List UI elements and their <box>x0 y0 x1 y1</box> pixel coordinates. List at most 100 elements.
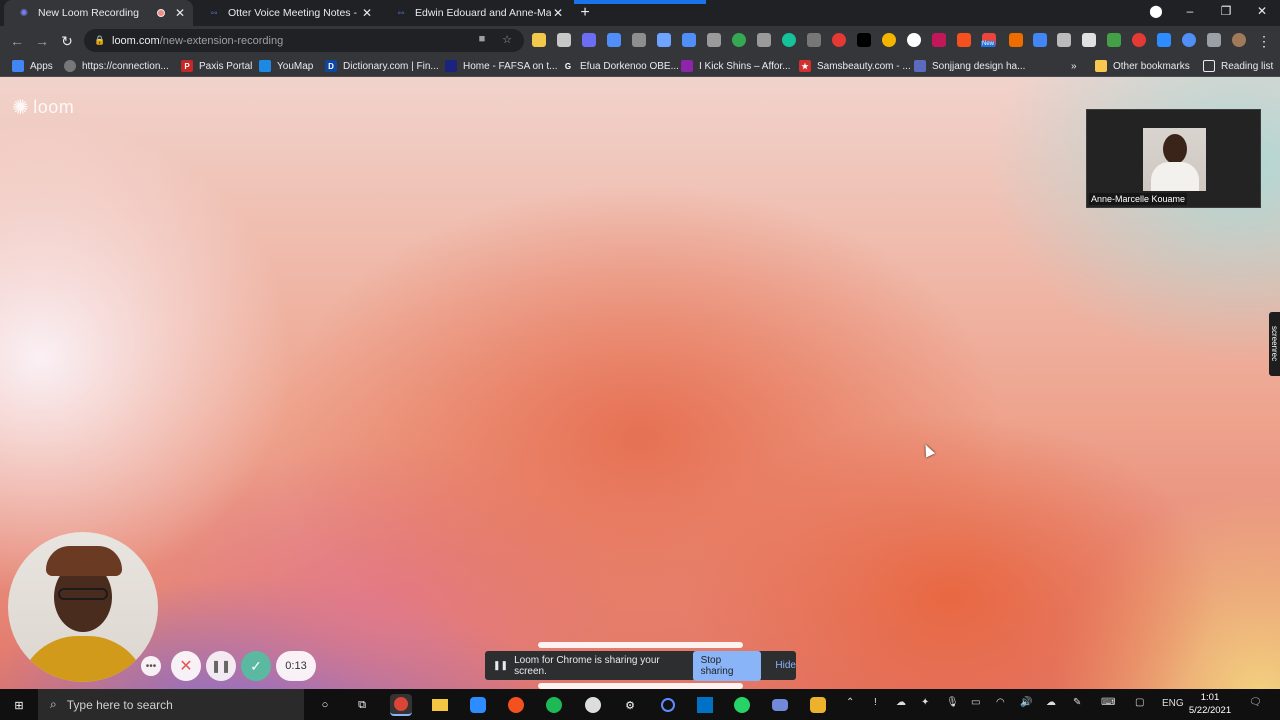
hide-button[interactable]: Hide <box>775 660 796 671</box>
extension-icon[interactable] <box>832 33 846 47</box>
pen-icon[interactable]: ✎ <box>1073 697 1081 708</box>
close-icon[interactable]: ✕ <box>173 6 187 20</box>
settings-gear-icon[interactable]: ⚙ <box>619 694 641 716</box>
tab-new-loom-recording[interactable]: ✺ New Loom Recording ✕ <box>4 0 193 26</box>
bookmark-kick-shins[interactable]: I Kick Shins – Affor... <box>681 58 791 74</box>
notifications-icon[interactable]: 🗨 <box>1249 697 1262 708</box>
tray-icon[interactable]: ! <box>874 697 877 708</box>
file-explorer-icon[interactable] <box>429 694 451 716</box>
pause-recording-button[interactable]: ❚❚ <box>206 651 236 681</box>
outlook-icon[interactable] <box>694 694 716 716</box>
close-icon[interactable]: ✕ <box>360 6 374 20</box>
drag-handle-icon[interactable]: ❚❚ <box>493 660 508 671</box>
extension-icon[interactable] <box>957 33 971 47</box>
reload-button[interactable]: ↻ <box>58 32 76 50</box>
menu-icon[interactable]: ⋮ <box>1255 32 1273 50</box>
system-clock[interactable]: 1:01 5/22/2021 <box>1186 691 1234 717</box>
camera-bubble[interactable] <box>8 532 158 682</box>
new-tab-button[interactable]: + <box>577 4 593 22</box>
task-view-icon[interactable]: ⧉ <box>351 694 373 716</box>
cortana-icon[interactable]: ○ <box>314 694 336 716</box>
bookmarks-overflow-button[interactable]: » <box>1071 58 1077 74</box>
windows-start-icon[interactable]: ⊞ <box>8 694 30 716</box>
tablet-icon[interactable]: ▢ <box>1135 697 1144 708</box>
bookmark-apps[interactable]: Apps <box>12 58 53 74</box>
zoom-taskbar-icon[interactable] <box>467 694 489 716</box>
taskbar-search[interactable]: ⌕ Type here to search <box>38 689 304 720</box>
extension-icon[interactable]: New <box>981 33 996 47</box>
loom-extension-icon[interactable] <box>582 33 596 47</box>
whatsapp-icon[interactable] <box>731 694 753 716</box>
extension-icon[interactable] <box>1033 33 1047 47</box>
star-icon[interactable]: ☆ <box>500 33 514 47</box>
extension-icon[interactable] <box>1132 33 1146 47</box>
play-extension-icon[interactable] <box>857 33 871 47</box>
bookmark-youmap[interactable]: YouMap <box>259 58 313 74</box>
cancel-recording-button[interactable]: ✕ <box>171 651 201 681</box>
minimize-button[interactable]: – <box>1180 4 1200 22</box>
grammarly-icon[interactable] <box>782 33 796 47</box>
bookmark-sonjjang[interactable]: Sonjjang design ha... <box>914 58 1025 74</box>
more-options-button[interactable]: ••• <box>141 656 161 676</box>
finish-recording-button[interactable]: ✓ <box>241 651 271 681</box>
language-indicator[interactable]: ENG <box>1162 698 1184 709</box>
chevron-up-icon[interactable]: ⌃ <box>846 697 854 708</box>
bookmark-other-bookmarks[interactable]: Other bookmarks <box>1095 58 1190 74</box>
clock-app-icon[interactable] <box>582 694 604 716</box>
extension-icon[interactable] <box>757 33 771 47</box>
record-app-icon[interactable] <box>657 694 679 716</box>
puzzle-icon[interactable] <box>1207 33 1221 47</box>
screenrec-tab[interactable]: screenrec <box>1269 312 1280 376</box>
extension-icon[interactable] <box>882 33 896 47</box>
battery-icon[interactable]: ▭ <box>971 697 980 708</box>
extension-icon[interactable] <box>532 33 546 47</box>
extension-icon[interactable] <box>1082 33 1096 47</box>
cloud-upload-icon[interactable]: ☁ <box>1046 697 1056 708</box>
discord-icon[interactable] <box>769 694 791 716</box>
address-bar[interactable]: 🔒 loom.com/new-extension-recording ■ ☆ <box>84 29 524 52</box>
zoom-extension-icon[interactable] <box>1157 33 1171 47</box>
forward-button[interactable]: → <box>33 32 51 50</box>
extension-icon[interactable] <box>632 33 646 47</box>
extension-icon[interactable] <box>807 33 821 47</box>
bookmark-connection[interactable]: https://connection... <box>64 58 169 74</box>
volume-icon[interactable]: 🔊 <box>1020 697 1032 708</box>
profile-dropdown-icon[interactable]: ⬤ <box>1146 4 1166 22</box>
camera-icon[interactable]: ■ <box>475 33 489 47</box>
onedrive-cloud-icon[interactable]: ☁ <box>896 697 906 708</box>
reading-list-button[interactable]: Reading list <box>1203 58 1273 74</box>
tab-edwin-anne[interactable]: ◦◦ Edwin Edouard and Anne-Marcel ✕ <box>381 0 571 26</box>
bookmark-fafsa[interactable]: Home - FAFSA on t... <box>445 58 557 74</box>
spotify-icon[interactable] <box>543 694 565 716</box>
extension-icon[interactable] <box>907 33 921 47</box>
stop-sharing-button[interactable]: Stop sharing <box>692 650 762 681</box>
bookmark-paxis[interactable]: P Paxis Portal <box>181 58 252 74</box>
close-icon[interactable]: ✕ <box>551 6 565 20</box>
keyboard-icon[interactable]: ⌨ <box>1101 697 1115 708</box>
bookmark-dictionary[interactable]: D Dictionary.com | Fin... <box>325 58 439 74</box>
extension-icon[interactable] <box>557 33 571 47</box>
back-button[interactable]: ← <box>8 32 26 50</box>
check-extension-icon[interactable] <box>732 33 746 47</box>
extension-icon[interactable] <box>1182 33 1196 47</box>
avatar[interactable] <box>1232 33 1246 47</box>
tab-otter[interactable]: ◦◦ Otter Voice Meeting Notes - Otte ✕ <box>194 0 380 26</box>
bookmark-efua[interactable]: G Efua Dorkenoo OBE... <box>562 58 679 74</box>
restore-button[interactable]: ❐ <box>1216 4 1236 22</box>
bookmark-samsbeauty[interactable]: ★ Samsbeauty.com - ... <box>799 58 911 74</box>
extension-icon[interactable] <box>707 33 721 47</box>
extension-icon[interactable] <box>1009 33 1023 47</box>
extension-icon[interactable] <box>932 33 946 47</box>
close-window-button[interactable]: ✕ <box>1252 4 1272 22</box>
microphone-icon[interactable]: 🎙 <box>946 697 959 708</box>
extension-icon[interactable] <box>607 33 621 47</box>
dropbox-icon[interactable]: ✦ <box>921 697 929 708</box>
extension-icon[interactable] <box>682 33 696 47</box>
extension-icon[interactable] <box>1107 33 1121 47</box>
app-taskbar-icon[interactable] <box>505 694 527 716</box>
extension-icon[interactable] <box>1057 33 1071 47</box>
chrome-taskbar-icon[interactable] <box>390 694 412 716</box>
wifi-icon[interactable]: ◠ <box>996 697 1005 708</box>
slack-icon[interactable] <box>807 694 829 716</box>
extension-icon[interactable] <box>657 33 671 47</box>
